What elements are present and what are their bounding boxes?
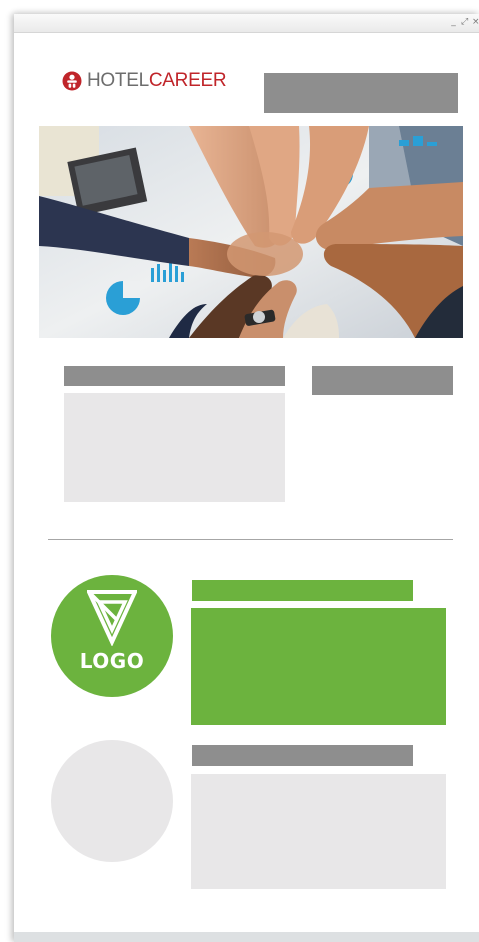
email-window: _ ⤢ × HOTELCAREER LOGO <box>14 14 479 942</box>
minimize-icon[interactable]: _ <box>450 17 457 27</box>
logo-text: LOGO <box>79 649 145 673</box>
brand-logo[interactable]: HOTELCAREER <box>62 70 227 92</box>
side-button-placeholder[interactable] <box>312 366 453 395</box>
second-title-placeholder <box>192 745 413 766</box>
company-logo[interactable]: LOGO <box>51 575 173 697</box>
hotelcareer-logo-icon <box>62 71 82 91</box>
second-body-placeholder <box>191 774 446 889</box>
brand-hotel-text: HOTEL <box>87 70 149 91</box>
window-titlebar: _ ⤢ × <box>14 14 479 33</box>
content-title-placeholder <box>64 366 285 386</box>
content-body-placeholder <box>64 393 285 502</box>
featured-body-placeholder <box>191 608 446 725</box>
team-hands-stacked-photo <box>39 126 463 338</box>
header-button-placeholder[interactable] <box>264 73 458 113</box>
window-bottom-edge <box>14 932 479 942</box>
close-icon[interactable]: × <box>472 17 479 27</box>
avatar-placeholder <box>51 740 173 862</box>
featured-title-placeholder <box>192 580 413 601</box>
restore-icon[interactable]: ⤢ <box>461 17 468 27</box>
window-controls: _ ⤢ × <box>450 17 479 27</box>
brand-wordmark: HOTELCAREER <box>87 70 227 92</box>
triangle-logo-icon <box>87 590 137 646</box>
hero-image <box>39 126 463 338</box>
brand-career-text: CAREER <box>148 70 227 91</box>
section-divider <box>48 539 453 540</box>
